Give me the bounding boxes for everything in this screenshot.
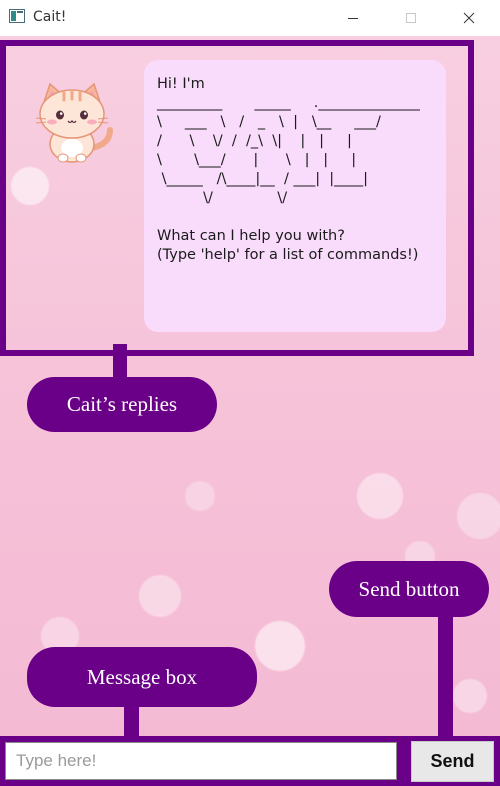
message-box-callout: Message box bbox=[27, 647, 257, 707]
minimize-button[interactable] bbox=[330, 0, 376, 36]
message-input[interactable] bbox=[5, 742, 397, 780]
replies-callout: Cait’s replies bbox=[27, 377, 217, 432]
send-connector bbox=[438, 617, 453, 739]
close-icon bbox=[463, 12, 475, 24]
maximize-button[interactable] bbox=[388, 0, 434, 36]
minimize-icon bbox=[348, 18, 358, 19]
title-bar: Cait! bbox=[0, 0, 500, 36]
app-window-icon bbox=[9, 9, 25, 23]
close-button[interactable] bbox=[446, 0, 492, 36]
message-box-connector bbox=[124, 707, 139, 739]
maximize-icon bbox=[406, 13, 416, 23]
cat-avatar-icon bbox=[35, 82, 113, 163]
send-button-callout: Send button bbox=[329, 561, 489, 617]
replies-connector bbox=[113, 344, 127, 380]
reply-bubble: Hi! I'm _________ _____ .______________ … bbox=[144, 60, 446, 332]
reply-text: Hi! I'm _________ _____ .______________ … bbox=[157, 76, 420, 263]
window-title: Cait! bbox=[33, 9, 67, 25]
send-button[interactable]: Send bbox=[411, 741, 494, 782]
